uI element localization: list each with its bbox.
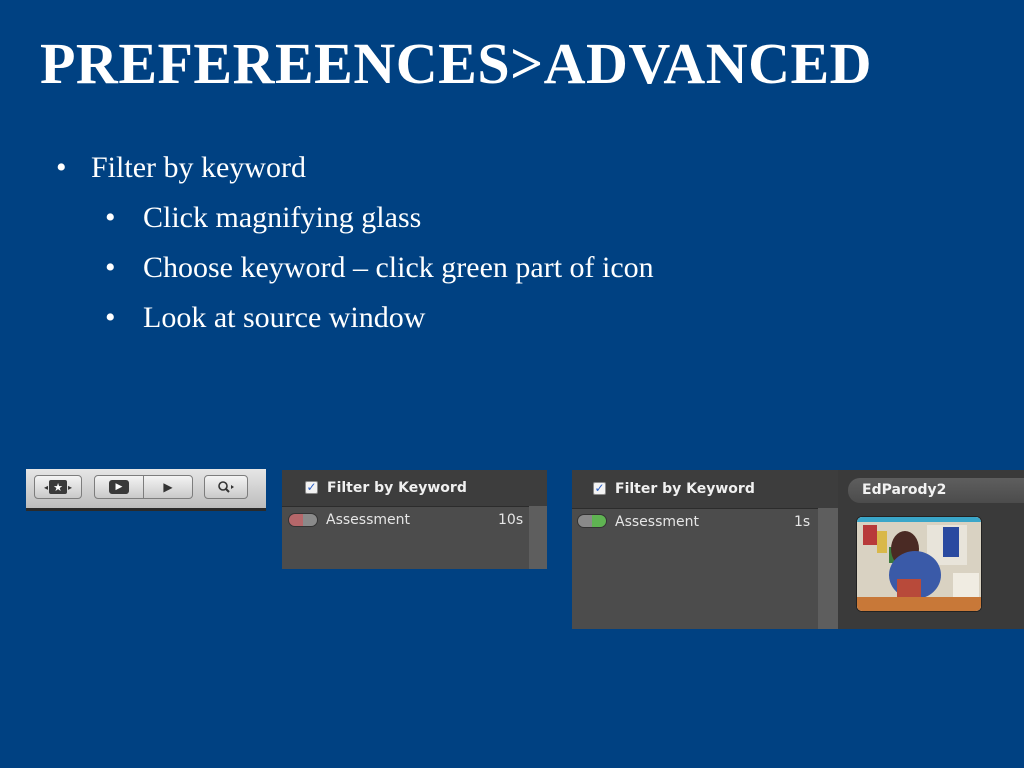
bullet-dot: •: [105, 301, 116, 334]
filter-by-keyword-label: Filter by Keyword: [615, 481, 755, 497]
project-tab[interactable]: EdParody2: [848, 478, 1024, 503]
bullet-text: Click magnifying glass: [143, 201, 422, 234]
filter-header: ✓ Filter by Keyword: [572, 470, 838, 509]
magnifier-icon: [216, 480, 236, 494]
keyword-name[interactable]: Assessment: [615, 514, 699, 530]
keyword-name[interactable]: Assessment: [326, 512, 410, 528]
play-icon: ▶: [163, 480, 173, 494]
filter-by-keyword-label: Filter by Keyword: [327, 480, 467, 496]
keyword-toggle-icon[interactable]: [288, 513, 318, 527]
play-full-screen-button[interactable]: ▶: [94, 475, 144, 499]
bullet-text: Look at source window: [143, 301, 426, 334]
star-icon: ★: [49, 480, 67, 494]
filter-by-keyword-checkbox[interactable]: ✓: [593, 482, 606, 495]
bullet-text: Choose keyword – click green part of ico…: [143, 251, 654, 284]
play-button[interactable]: ▶: [143, 475, 193, 499]
right-arrow-icon: ▸: [68, 482, 73, 492]
bullet-dot: •: [105, 251, 116, 284]
keyword-duration: 10s: [498, 512, 524, 528]
bullet-dot: •: [105, 201, 116, 234]
filter-header: ✓ Filter by Keyword: [282, 470, 547, 507]
keyword-duration: 1s: [794, 514, 811, 530]
left-arrow-icon: ◂: [43, 482, 48, 492]
source-window: EdParody2: [838, 470, 1024, 629]
event-browser-toolbar: ◂ ★ ▸ ▶ ▶: [26, 469, 266, 511]
keyword-toggle-icon[interactable]: [577, 514, 607, 528]
keyword-filter-panel-selected: ✓ Filter by Keyword Assessment 1s: [572, 470, 838, 629]
clip-thumbnail[interactable]: [856, 516, 982, 612]
scrollbar[interactable]: [529, 506, 547, 569]
filter-by-keyword-checkbox[interactable]: ✓: [305, 481, 318, 494]
play-full-icon: ▶: [109, 480, 129, 494]
magnifier-button[interactable]: [204, 475, 248, 499]
project-name: EdParody2: [862, 482, 947, 498]
bullet-dot: •: [56, 151, 67, 184]
bullet-text: Filter by keyword: [91, 151, 306, 184]
keyword-filter-panel: ✓ Filter by Keyword Assessment 10s: [282, 470, 547, 569]
scrollbar[interactable]: [818, 508, 838, 629]
slide-title: PREFEREENCES>ADVANCED: [40, 31, 873, 96]
keyword-button[interactable]: ◂ ★ ▸: [34, 475, 82, 499]
video-frame-image: [857, 517, 981, 611]
